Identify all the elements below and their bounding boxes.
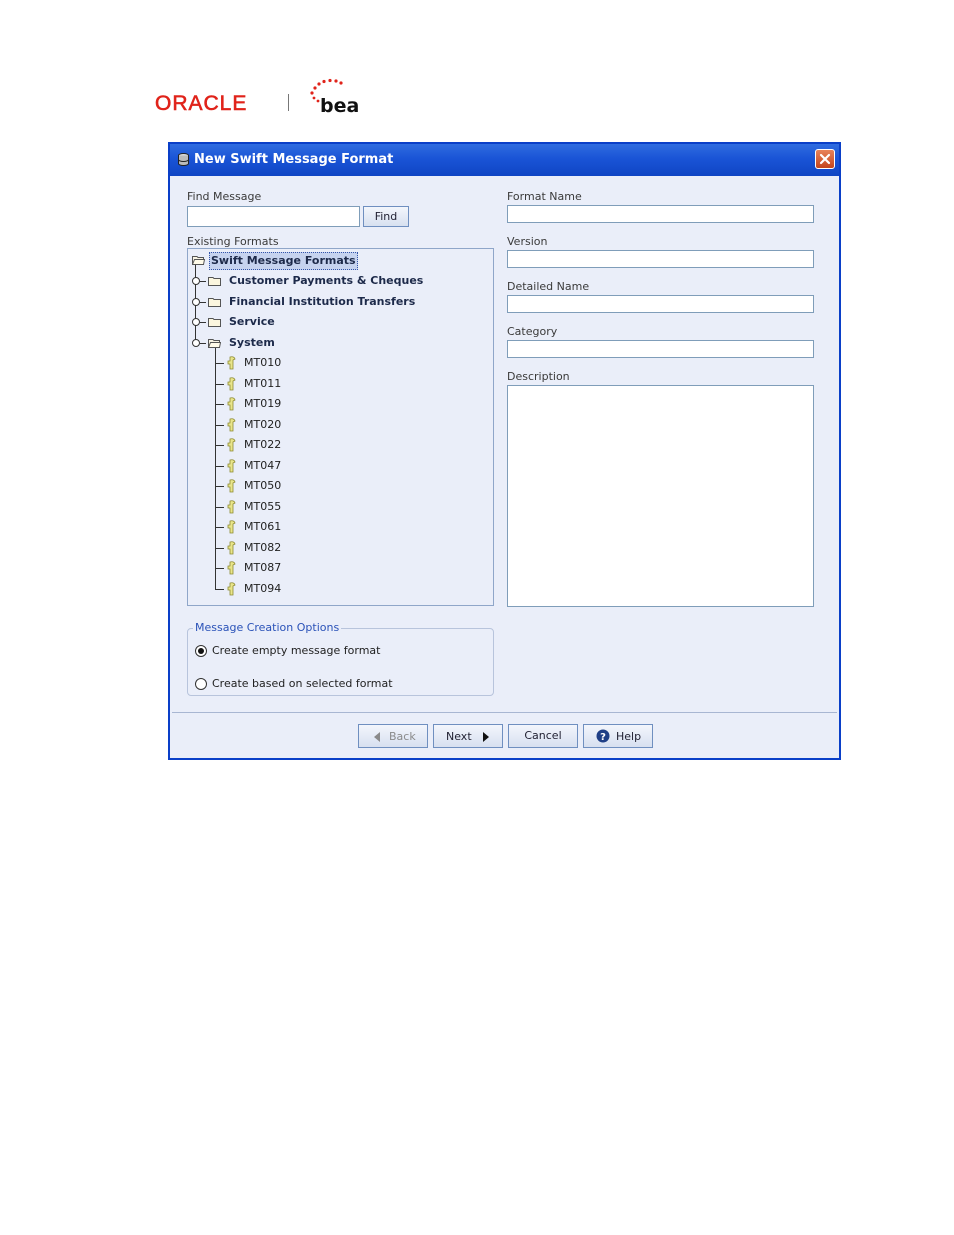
footer-divider <box>172 712 837 713</box>
close-button[interactable] <box>815 149 835 169</box>
tree-connector <box>215 465 224 467</box>
tree-item-label: MT094 <box>244 581 282 595</box>
folder-icon <box>208 297 221 307</box>
tree-connector <box>215 588 224 590</box>
format-file-icon <box>227 499 236 513</box>
find-message-label: Find Message <box>187 190 262 203</box>
create-empty-radio[interactable] <box>195 645 207 657</box>
existing-formats-label: Existing Formats <box>187 235 279 248</box>
tree-connector <box>215 424 224 426</box>
cancel-button[interactable]: Cancel <box>508 724 578 748</box>
version-field[interactable] <box>507 250 814 268</box>
tree-connector <box>215 506 224 508</box>
existing-formats-tree[interactable]: Swift Message Formats Customer Payments … <box>187 248 494 606</box>
tree-connector <box>200 342 206 344</box>
tree-item-label: MT055 <box>244 499 282 513</box>
new-swift-message-format-dialog: New Swift Message Format Find Message Fi… <box>168 142 841 760</box>
bea-logo: bea <box>310 78 359 114</box>
folder-icon <box>208 318 221 327</box>
tree-item-label: MT020 <box>244 417 282 431</box>
tree-item-label: MT011 <box>244 376 282 390</box>
version-label: Version <box>507 235 548 248</box>
detailed-name-label: Detailed Name <box>507 280 590 293</box>
tree-connector <box>215 445 224 446</box>
tree-item-label: MT087 <box>244 561 282 574</box>
radio-selected-dot <box>198 648 204 654</box>
format-file-icon <box>227 581 236 595</box>
close-icon <box>819 153 831 165</box>
tree-connector <box>200 281 206 282</box>
format-name-label: Format Name <box>507 190 582 203</box>
tree-item-label: MT061 <box>244 520 282 533</box>
oracle-logo: ORACLE <box>155 92 248 116</box>
tree-connector <box>215 383 224 385</box>
format-file-icon <box>227 417 236 431</box>
tree-folder-label: Customer Payments & Cheques <box>229 274 424 287</box>
format-file-icon <box>227 356 236 370</box>
next-arrow-icon <box>483 732 489 742</box>
tree-connector <box>215 404 224 405</box>
create-based-label[interactable]: Create based on selected format <box>212 677 393 690</box>
options-legend: Message Creation Options <box>193 621 342 634</box>
svg-text:bea: bea <box>320 95 359 114</box>
find-button[interactable]: Find <box>363 206 409 227</box>
title-bar: New Swift Message Format <box>170 144 839 176</box>
expand-toggle-icon[interactable] <box>192 277 200 285</box>
format-file-icon <box>227 438 236 452</box>
next-label: Next <box>446 730 472 743</box>
back-arrow-icon <box>374 732 380 742</box>
next-button[interactable]: Next <box>433 724 503 748</box>
format-file-icon <box>227 540 236 554</box>
tree-folder-label: Service <box>229 315 275 328</box>
back-label: Back <box>389 730 416 743</box>
tree-root-label: Swift Message Formats <box>209 252 358 270</box>
category-label: Category <box>507 325 558 338</box>
dialog-title: New Swift Message Format <box>194 152 394 167</box>
back-button[interactable]: Back <box>358 724 428 748</box>
expand-toggle-icon[interactable] <box>192 318 200 326</box>
tree-folder-label: Financial Institution Transfers <box>229 294 416 308</box>
create-empty-label[interactable]: Create empty message format <box>212 644 380 657</box>
tree-connector <box>200 301 206 303</box>
folder-icon <box>208 277 221 286</box>
tree-item-label: MT082 <box>244 540 282 554</box>
create-based-radio[interactable] <box>195 678 207 690</box>
format-file-icon <box>227 397 236 411</box>
help-label: Help <box>616 730 642 743</box>
category-field[interactable] <box>507 340 814 358</box>
format-name-field[interactable] <box>507 205 814 223</box>
expand-toggle-icon[interactable] <box>192 338 200 347</box>
tree-item-label: MT022 <box>244 438 282 451</box>
message-creation-options: Message Creation Options Create empty me… <box>187 621 494 696</box>
tree-connector <box>200 322 206 323</box>
format-file-icon <box>227 458 236 472</box>
format-file-icon <box>227 520 236 534</box>
open-folder-icon <box>192 256 205 265</box>
tree-folder-label: System <box>229 335 275 349</box>
logo-divider <box>288 94 289 111</box>
tree-item-label: MT050 <box>244 479 282 492</box>
description-textarea[interactable] <box>507 385 814 607</box>
help-button[interactable]: ? Help <box>583 724 653 748</box>
svg-text:?: ? <box>600 732 606 743</box>
help-icon: ? <box>596 729 610 743</box>
tree-connector <box>215 486 224 487</box>
detailed-name-field[interactable] <box>507 295 814 313</box>
tree-connector <box>215 527 224 528</box>
tree-connector <box>215 363 224 364</box>
database-icon <box>178 153 189 166</box>
tree-item-label: MT019 <box>244 397 282 410</box>
tree-item-label: MT010 <box>244 356 282 369</box>
tree-connector <box>215 547 224 549</box>
expand-toggle-icon[interactable] <box>192 297 200 306</box>
description-label: Description <box>507 370 570 383</box>
format-file-icon <box>227 561 236 575</box>
tree-item-label: MT047 <box>244 458 282 472</box>
open-folder-icon <box>208 338 221 348</box>
find-message-input[interactable] <box>187 206 360 227</box>
tree-connector <box>215 568 224 569</box>
format-file-icon <box>227 376 236 390</box>
format-file-icon <box>227 479 236 493</box>
